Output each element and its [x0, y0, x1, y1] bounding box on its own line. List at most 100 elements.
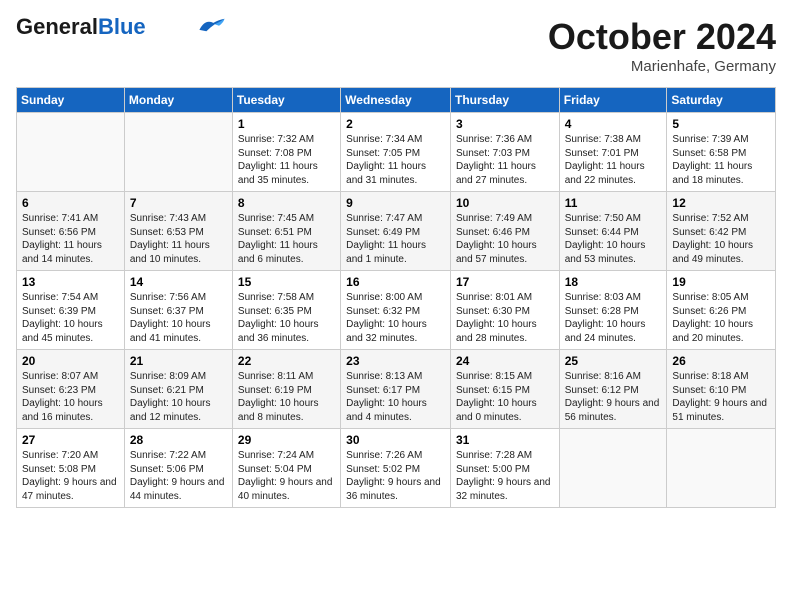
day-info: Sunrise: 8:13 AMSunset: 6:17 PMDaylight:… — [346, 370, 445, 424]
calendar-cell: 26 Sunrise: 8:18 AMSunset: 6:10 PMDayligh… — [667, 350, 776, 429]
day-info: Sunrise: 7:39 AMSunset: 6:58 PMDaylight:… — [672, 133, 770, 187]
day-number: 13 — [22, 275, 119, 289]
calendar-cell: 25 Sunrise: 8:16 AMSunset: 6:12 PMDayligh… — [559, 350, 667, 429]
calendar-cell: 21 Sunrise: 8:09 AMSunset: 6:21 PMDayligh… — [124, 350, 232, 429]
day-number: 11 — [565, 196, 662, 210]
calendar-cell: 27Sunrise: 7:20 AMSunset: 5:08 PMDayligh… — [17, 429, 125, 508]
day-info: Sunrise: 7:43 AMSunset: 6:53 PMDaylight:… — [130, 212, 227, 266]
logo: GeneralBlue — [16, 16, 226, 38]
calendar-cell: 2 Sunrise: 7:34 AMSunset: 7:05 PMDaylight… — [341, 113, 451, 192]
day-info: Sunrise: 8:07 AMSunset: 6:23 PMDaylight:… — [22, 370, 119, 424]
location: Marienhafe, Germany — [548, 58, 776, 75]
header-row: SundayMondayTuesdayWednesdayThursdayFrid… — [17, 88, 776, 113]
day-number: 10 — [456, 196, 554, 210]
day-info: Sunrise: 8:11 AMSunset: 6:19 PMDaylight:… — [238, 370, 335, 424]
weekday-header: Sunday — [17, 88, 125, 113]
calendar-cell: 4Sunrise: 7:38 AMSunset: 7:01 PMDaylight… — [559, 113, 667, 192]
day-info: Sunrise: 8:16 AMSunset: 6:12 PMDaylight:… — [565, 370, 662, 424]
calendar-cell: 11 Sunrise: 7:50 AMSunset: 6:44 PMDayligh… — [559, 192, 667, 271]
day-number: 29 — [238, 433, 335, 447]
day-number: 8 — [238, 196, 335, 210]
day-number: 19 — [672, 275, 770, 289]
calendar-cell: 3 Sunrise: 7:36 AMSunset: 7:03 PMDaylight… — [450, 113, 559, 192]
day-info: Sunrise: 8:09 AMSunset: 6:21 PMDaylight:… — [130, 370, 227, 424]
day-info: Sunrise: 7:58 AMSunset: 6:35 PMDaylight:… — [238, 291, 335, 345]
calendar-cell: 18Sunrise: 8:03 AMSunset: 6:28 PMDayligh… — [559, 271, 667, 350]
day-info: Sunrise: 7:38 AMSunset: 7:01 PMDaylight:… — [565, 133, 662, 187]
day-number: 25 — [565, 354, 662, 368]
day-number: 27 — [22, 433, 119, 447]
calendar-cell — [124, 113, 232, 192]
calendar-cell: 14 Sunrise: 7:56 AMSunset: 6:37 PMDayligh… — [124, 271, 232, 350]
calendar-cell — [559, 429, 667, 508]
calendar-week-row: 13 Sunrise: 7:54 AMSunset: 6:39 PMDayligh… — [17, 271, 776, 350]
day-number: 7 — [130, 196, 227, 210]
title-block: October 2024 Marienhafe, Germany — [548, 16, 776, 75]
page-header: GeneralBlue October 2024 Marienhafe, Ger… — [16, 16, 776, 75]
month-title: October 2024 — [548, 16, 776, 58]
calendar-week-row: 27Sunrise: 7:20 AMSunset: 5:08 PMDayligh… — [17, 429, 776, 508]
calendar-cell: 12Sunrise: 7:52 AMSunset: 6:42 PMDayligh… — [667, 192, 776, 271]
day-info: Sunrise: 8:15 AMSunset: 6:15 PMDaylight:… — [456, 370, 554, 424]
day-number: 9 — [346, 196, 445, 210]
day-info: Sunrise: 7:24 AMSunset: 5:04 PMDaylight:… — [238, 449, 335, 503]
calendar-cell: 31 Sunrise: 7:28 AMSunset: 5:00 PMDayligh… — [450, 429, 559, 508]
day-number: 1 — [238, 117, 335, 131]
calendar-cell: 30Sunrise: 7:26 AMSunset: 5:02 PMDayligh… — [341, 429, 451, 508]
day-number: 12 — [672, 196, 770, 210]
day-number: 20 — [22, 354, 119, 368]
day-number: 23 — [346, 354, 445, 368]
day-info: Sunrise: 7:50 AMSunset: 6:44 PMDaylight:… — [565, 212, 662, 266]
weekday-header: Saturday — [667, 88, 776, 113]
calendar-cell — [667, 429, 776, 508]
calendar-week-row: 1 Sunrise: 7:32 AMSunset: 7:08 PMDaylight… — [17, 113, 776, 192]
calendar-cell: 17 Sunrise: 8:01 AMSunset: 6:30 PMDayligh… — [450, 271, 559, 350]
day-number: 22 — [238, 354, 335, 368]
calendar-cell: 7 Sunrise: 7:43 AMSunset: 6:53 PMDaylight… — [124, 192, 232, 271]
day-info: Sunrise: 7:36 AMSunset: 7:03 PMDaylight:… — [456, 133, 554, 187]
weekday-header: Wednesday — [341, 88, 451, 113]
day-number: 15 — [238, 275, 335, 289]
day-info: Sunrise: 7:47 AMSunset: 6:49 PMDaylight:… — [346, 212, 445, 266]
day-info: Sunrise: 7:28 AMSunset: 5:00 PMDaylight:… — [456, 449, 554, 503]
day-number: 5 — [672, 117, 770, 131]
day-number: 26 — [672, 354, 770, 368]
calendar-cell: 24 Sunrise: 8:15 AMSunset: 6:15 PMDayligh… — [450, 350, 559, 429]
day-number: 17 — [456, 275, 554, 289]
day-number: 31 — [456, 433, 554, 447]
calendar-cell: 28Sunrise: 7:22 AMSunset: 5:06 PMDayligh… — [124, 429, 232, 508]
day-info: Sunrise: 8:01 AMSunset: 6:30 PMDaylight:… — [456, 291, 554, 345]
day-info: Sunrise: 8:05 AMSunset: 6:26 PMDaylight:… — [672, 291, 770, 345]
day-info: Sunrise: 8:00 AMSunset: 6:32 PMDaylight:… — [346, 291, 445, 345]
day-number: 21 — [130, 354, 227, 368]
day-info: Sunrise: 7:26 AMSunset: 5:02 PMDaylight:… — [346, 449, 445, 503]
calendar-cell: 6Sunrise: 7:41 AMSunset: 6:56 PMDaylight… — [17, 192, 125, 271]
weekday-header: Tuesday — [232, 88, 340, 113]
day-number: 14 — [130, 275, 227, 289]
day-info: Sunrise: 7:34 AMSunset: 7:05 PMDaylight:… — [346, 133, 445, 187]
calendar-cell: 22 Sunrise: 8:11 AMSunset: 6:19 PMDayligh… — [232, 350, 340, 429]
calendar-cell: 1 Sunrise: 7:32 AMSunset: 7:08 PMDaylight… — [232, 113, 340, 192]
day-info: Sunrise: 7:32 AMSunset: 7:08 PMDaylight:… — [238, 133, 335, 187]
day-info: Sunrise: 7:54 AMSunset: 6:39 PMDaylight:… — [22, 291, 119, 345]
day-info: Sunrise: 7:56 AMSunset: 6:37 PMDaylight:… — [130, 291, 227, 345]
day-info: Sunrise: 7:41 AMSunset: 6:56 PMDaylight:… — [22, 212, 119, 266]
calendar-cell: 9 Sunrise: 7:47 AMSunset: 6:49 PMDaylight… — [341, 192, 451, 271]
calendar-cell: 29 Sunrise: 7:24 AMSunset: 5:04 PMDayligh… — [232, 429, 340, 508]
day-number: 3 — [456, 117, 554, 131]
logo-text: GeneralBlue — [16, 16, 146, 38]
logo-bird-icon — [198, 16, 226, 34]
day-number: 16 — [346, 275, 445, 289]
calendar-cell: 20 Sunrise: 8:07 AMSunset: 6:23 PMDayligh… — [17, 350, 125, 429]
calendar-cell: 23 Sunrise: 8:13 AMSunset: 6:17 PMDayligh… — [341, 350, 451, 429]
day-info: Sunrise: 8:18 AMSunset: 6:10 PMDaylight:… — [672, 370, 770, 424]
calendar-cell: 19 Sunrise: 8:05 AMSunset: 6:26 PMDayligh… — [667, 271, 776, 350]
calendar-cell: 5 Sunrise: 7:39 AMSunset: 6:58 PMDaylight… — [667, 113, 776, 192]
weekday-header: Monday — [124, 88, 232, 113]
day-number: 2 — [346, 117, 445, 131]
calendar-table: SundayMondayTuesdayWednesdayThursdayFrid… — [16, 87, 776, 508]
day-info: Sunrise: 7:49 AMSunset: 6:46 PMDaylight:… — [456, 212, 554, 266]
day-info: Sunrise: 8:03 AMSunset: 6:28 PMDaylight:… — [565, 291, 662, 345]
calendar-cell: 8Sunrise: 7:45 AMSunset: 6:51 PMDaylight… — [232, 192, 340, 271]
day-number: 24 — [456, 354, 554, 368]
